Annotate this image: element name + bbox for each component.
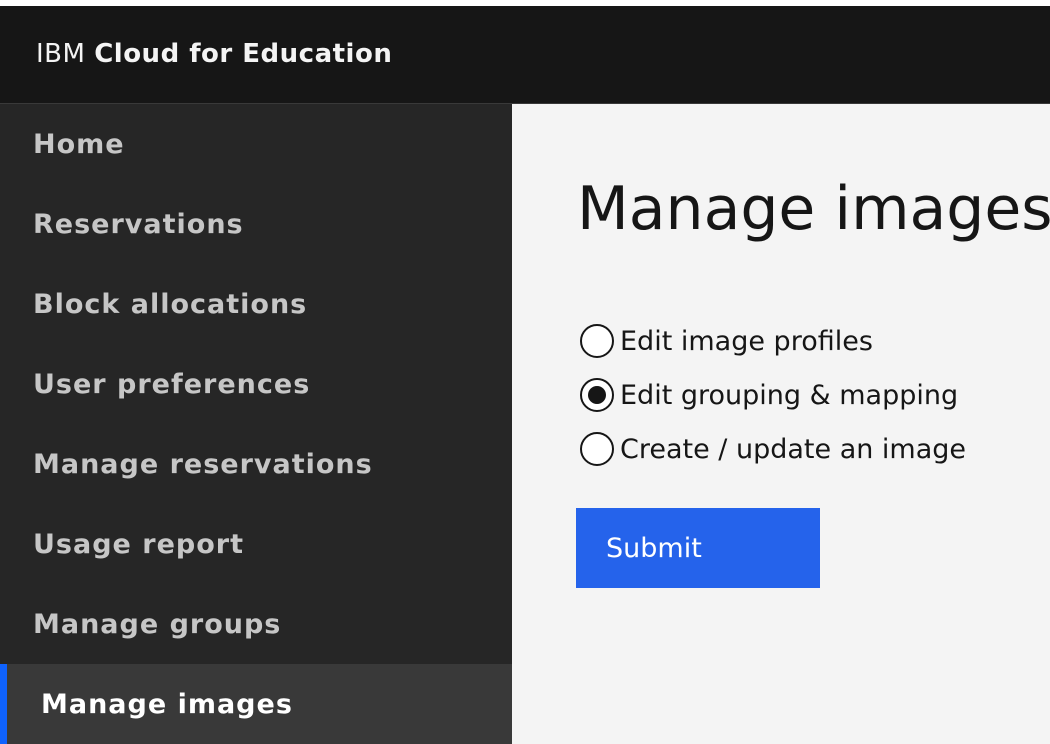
page-title: Manage images [577,174,1050,244]
submit-button[interactable]: Submit [576,508,820,588]
sidebar-item-home[interactable]: Home [0,104,512,184]
sidebar-item-manage-groups[interactable]: Manage groups [0,584,512,664]
radio-label: Edit image profiles [620,325,873,357]
sidebar-item-label: Reservations [33,208,244,240]
radio-label: Create / update an image [620,433,967,465]
sidebar-item-block-allocations[interactable]: Block allocations [0,264,512,344]
sidebar-item-reservations[interactable]: Reservations [0,184,512,264]
radio-button-unchecked[interactable] [580,432,614,466]
top-header: IBM Cloud for Education [0,0,1050,104]
brand-title[interactable]: IBM Cloud for Education [36,39,392,69]
sidebar-item-usage-report[interactable]: Usage report [0,504,512,584]
radio-option-edit-grouping-mapping[interactable]: Edit grouping & mapping [580,368,966,422]
radio-option-create-update-image[interactable]: Create / update an image [580,422,966,476]
sidebar-item-manage-images[interactable]: Manage images [0,664,512,744]
sidebar-item-manage-reservations[interactable]: Manage reservations [0,424,512,504]
radio-button-unchecked[interactable] [580,324,614,358]
sidebar-item-label: Manage reservations [33,448,373,480]
brand-prefix: IBM [36,39,86,69]
sidebar-item-user-preferences[interactable]: User preferences [0,344,512,424]
sidebar-nav: Home Reservations Block allocations User… [0,104,512,744]
main-content: Manage images Edit image profiles Edit g… [512,104,1050,730]
sidebar-item-label: Manage groups [33,608,282,640]
sidebar-item-label: User preferences [33,368,311,400]
radio-button-checked[interactable] [580,378,614,412]
radio-label: Edit grouping & mapping [620,379,959,411]
sidebar-item-label: Usage report [33,528,244,560]
sidebar-item-label: Manage images [41,688,293,720]
image-action-radio-group: Edit image profiles Edit grouping & mapp… [580,314,966,476]
radio-option-edit-image-profiles[interactable]: Edit image profiles [580,314,966,368]
brand-name: Cloud for Education [94,39,393,69]
sidebar-item-label: Home [33,128,125,160]
sidebar-item-label: Block allocations [33,288,308,320]
